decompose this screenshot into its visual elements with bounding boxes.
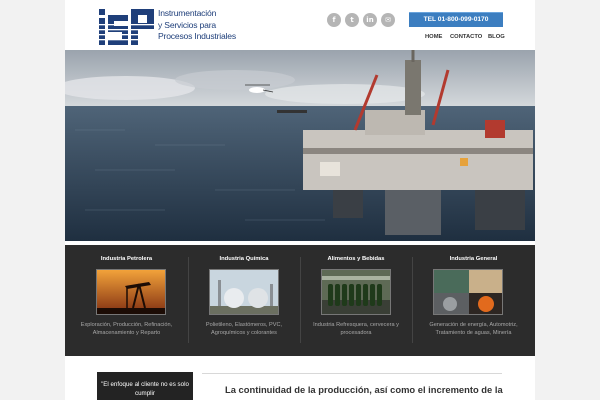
phone-button[interactable]: TEL 01-800-099-0170: [409, 12, 503, 27]
nav-home[interactable]: HOME: [425, 34, 442, 40]
content-heading: La continuidad de la producción, así com…: [225, 384, 503, 395]
industry-card-petrolera[interactable]: Industria Petrolera Exploración, Producc…: [65, 245, 188, 356]
quote-box: "El enfoque al cliente no es solo cumpli…: [97, 372, 193, 400]
industry-image-general[interactable]: [433, 269, 503, 315]
industry-image-alimentos[interactable]: [321, 269, 391, 315]
industry-description: Exploración, Producción, Refinación, Alm…: [80, 322, 173, 337]
email-icon[interactable]: ✉: [381, 13, 395, 27]
industry-title: Industria Química: [219, 256, 269, 262]
page-container: Instrumentación y Servicios para Proceso…: [65, 0, 535, 400]
industry-image-petrolera[interactable]: [96, 269, 166, 315]
linkedin-icon[interactable]: in: [363, 13, 377, 27]
site-logo[interactable]: Instrumentación y Servicios para Proceso…: [98, 7, 236, 47]
hero-image: [65, 50, 535, 241]
industry-card-quimica[interactable]: Industria Química Polietileno, Elastómer…: [188, 245, 300, 356]
logo-line-1: Instrumentación: [158, 8, 217, 18]
logo-line-3: Procesos Industriales: [158, 31, 236, 41]
facebook-icon[interactable]: f: [327, 13, 341, 27]
industry-title: Alimentos y Bebidas: [327, 256, 385, 262]
content-divider: [202, 373, 502, 374]
nav-contacto[interactable]: CONTACTO: [450, 34, 482, 40]
site-header: Instrumentación y Servicios para Proceso…: [65, 0, 535, 50]
industry-description: Polietileno, Elastómeros, PVC, Agroquími…: [205, 322, 283, 337]
industry-image-quimica[interactable]: [209, 269, 279, 315]
industry-description: Industria Refresquera, cervecera y proce…: [313, 322, 399, 337]
industry-description: Generación de energía, Automotriz, Trata…: [429, 322, 518, 337]
industry-title: Industria General: [449, 256, 498, 262]
industry-card-alimentos[interactable]: Alimentos y Bebidas Industria Refresquer…: [300, 245, 412, 356]
twitter-icon[interactable]: t: [345, 13, 359, 27]
logo-mark-icon: [98, 9, 158, 45]
industry-title: Industria Petrolera: [100, 256, 153, 262]
industry-card-general[interactable]: Industria General Generación de energía,…: [412, 245, 535, 356]
nav-blog[interactable]: BLOG: [488, 34, 505, 40]
logo-line-2: y Servicios para: [158, 19, 216, 30]
industries-band: Industria Petrolera Exploración, Producc…: [65, 245, 535, 356]
logo-text: Instrumentación y Servicios para Proceso…: [158, 8, 236, 43]
